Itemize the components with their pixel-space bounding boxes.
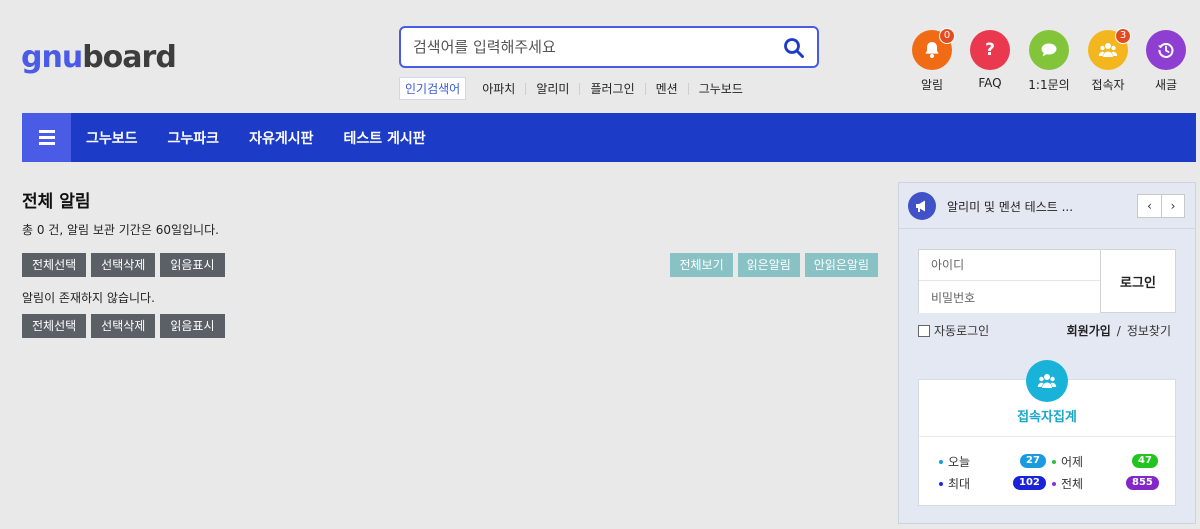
stat-max: 최대	[939, 475, 970, 492]
nav-item-gnupark[interactable]: 그누파크	[168, 128, 220, 148]
stat-today: 오늘	[939, 453, 970, 470]
filter-all-button[interactable]: 전체보기	[670, 253, 733, 277]
delete-selected-button[interactable]: 선택삭제	[91, 314, 156, 338]
mark-read-button[interactable]: 읽음표시	[160, 253, 225, 277]
action-buttons-bottom: 전체선택 선택삭제 읽음표시	[22, 314, 225, 338]
popular-item[interactable]: 멘션	[644, 82, 688, 95]
stat-yesterday-label: 어제	[1061, 455, 1084, 469]
logo-part-gnu: gnu	[21, 40, 83, 75]
prev-chevron-icon[interactable]: ‹	[1138, 195, 1161, 217]
login-form: 로그인	[918, 249, 1176, 313]
history-icon[interactable]	[1146, 30, 1186, 70]
quick-visitors[interactable]: 3 접속자	[1084, 28, 1132, 93]
filter-buttons: 전체보기 읽은알림 안읽은알림	[670, 253, 878, 277]
visitor-stats: 접속자집계 오늘 27 어제 47 최대 102 전체 855	[918, 360, 1176, 506]
quick-faq-label: FAQ	[978, 76, 1002, 90]
menu-hamburger-icon[interactable]	[22, 113, 71, 162]
quick-new-posts[interactable]: 새글	[1142, 30, 1190, 93]
quick-visitors-label: 접속자	[1091, 78, 1125, 92]
popular-label: 인기검색어	[399, 77, 467, 100]
stat-yesterday: 어제	[1052, 453, 1083, 470]
stat-today-label: 오늘	[948, 455, 971, 469]
join-link[interactable]: 회원가입	[1067, 324, 1111, 338]
link-separator: /	[1116, 324, 1121, 338]
notification-summary: 총 0 건, 알림 보관 기간은 60일입니다.	[22, 223, 219, 237]
stat-today-value: 27	[1020, 454, 1046, 468]
stat-yesterday-value: 47	[1132, 454, 1158, 468]
chat-icon[interactable]	[1029, 30, 1069, 70]
auto-login[interactable]: 자동로그인	[918, 322, 989, 339]
notice-pager: ‹ ›	[1137, 194, 1185, 218]
users-icon	[1026, 360, 1068, 402]
quick-new-posts-label: 새글	[1154, 78, 1178, 92]
logo-part-board: board	[82, 40, 177, 75]
main-nav: 그누보드 그누파크 자유게시판 테스트 게시판	[22, 113, 1196, 162]
login-button[interactable]: 로그인	[1100, 250, 1175, 312]
nav-item-test-board[interactable]: 테스트 게시판	[343, 128, 425, 148]
alarm-badge: 0	[939, 28, 955, 44]
search-icon[interactable]	[783, 37, 805, 59]
nav-item-free-board[interactable]: 자유게시판	[249, 128, 313, 148]
notice-bar: 알리미 및 멘션 테스트 ... ‹ ›	[899, 183, 1195, 229]
stat-max-value: 102	[1013, 476, 1046, 490]
quick-qa-label: 1:1문의	[1028, 78, 1070, 92]
question-icon[interactable]: ?	[970, 30, 1010, 70]
search-box	[399, 26, 819, 68]
filter-unread-button[interactable]: 안읽은알림	[804, 253, 878, 277]
popular-item[interactable]: 플러그인	[579, 82, 644, 95]
page-title: 전체 알림	[22, 192, 91, 212]
mark-read-button[interactable]: 읽음표시	[160, 314, 225, 338]
visitor-stats-title: 접속자집계	[1017, 410, 1077, 425]
popular-item[interactable]: 그누보드	[687, 82, 753, 95]
empty-message: 알림이 존재하지 않습니다.	[22, 291, 155, 305]
popular-item[interactable]: 아파치	[474, 83, 525, 95]
stat-total-label: 전체	[1061, 477, 1084, 491]
quick-alarm[interactable]: 0 알림	[908, 28, 956, 93]
username-field[interactable]	[919, 250, 1100, 281]
site-logo[interactable]: gnuboard	[21, 38, 177, 78]
filter-read-button[interactable]: 읽은알림	[737, 253, 800, 277]
action-buttons-top: 전체선택 선택삭제 읽음표시	[22, 253, 225, 277]
visitors-badge: 3	[1115, 28, 1131, 44]
search-input[interactable]	[413, 36, 773, 58]
megaphone-icon	[908, 192, 936, 220]
side-panel: 알리미 및 멘션 테스트 ... ‹ › 로그인 자동로그인 회원가입 / 정보찾기…	[898, 182, 1196, 524]
bell-icon[interactable]: 0	[912, 28, 955, 70]
divider	[919, 436, 1175, 437]
delete-selected-button[interactable]: 선택삭제	[91, 253, 156, 277]
stat-total-value: 855	[1126, 476, 1159, 490]
select-all-button[interactable]: 전체선택	[22, 314, 87, 338]
quick-alarm-label: 알림	[920, 78, 944, 92]
auto-login-label: 자동로그인	[934, 324, 990, 338]
quick-qa[interactable]: 1:1문의	[1025, 30, 1073, 93]
popular-item[interactable]: 알리미	[525, 82, 579, 95]
popular-keywords: 인기검색어 아파치 알리미 플러그인 멘션 그누보드	[399, 77, 753, 100]
notice-text[interactable]: 알리미 및 멘션 테스트 ...	[947, 198, 1073, 215]
stat-max-label: 최대	[948, 477, 971, 491]
auto-login-checkbox[interactable]	[918, 324, 930, 337]
users-icon[interactable]: 3	[1088, 28, 1131, 70]
quick-faq[interactable]: ? FAQ	[966, 30, 1014, 90]
nav-item-gnuboard[interactable]: 그누보드	[86, 128, 138, 148]
select-all-button[interactable]: 전체선택	[22, 253, 87, 277]
next-chevron-icon[interactable]: ›	[1161, 195, 1184, 217]
account-links: 회원가입 / 정보찾기	[1067, 322, 1171, 339]
find-account-link[interactable]: 정보찾기	[1127, 324, 1171, 338]
stat-total: 전체	[1052, 475, 1083, 492]
password-field[interactable]	[919, 282, 1100, 313]
